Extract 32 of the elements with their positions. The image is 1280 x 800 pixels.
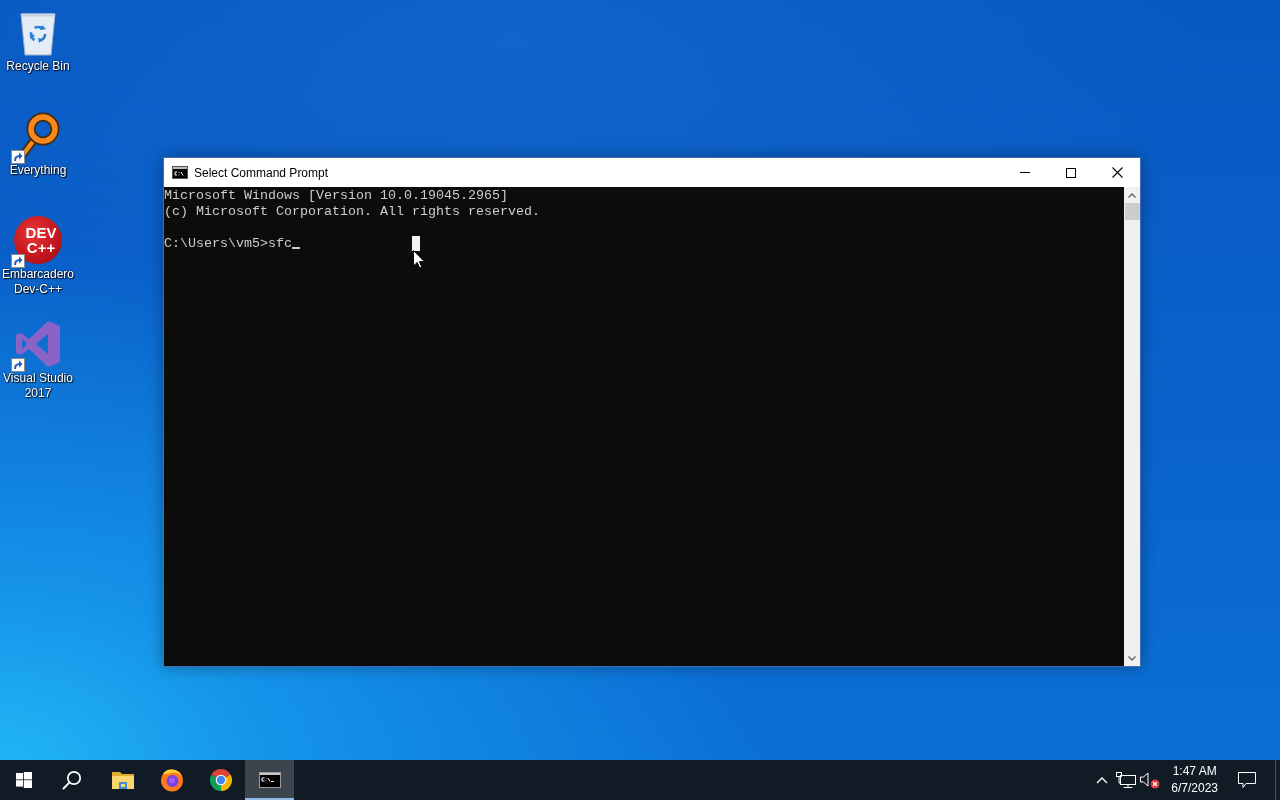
minimize-icon	[1020, 172, 1030, 173]
terminal-icon	[258, 772, 281, 788]
window-title: Select Command Prompt	[194, 165, 329, 180]
maximize-icon	[1066, 167, 1076, 178]
folder-icon	[110, 770, 135, 790]
desktop-icon-label[interactable]: Everything	[9, 163, 67, 178]
taskbar-button[interactable]	[245, 760, 294, 800]
clock-button[interactable]: 1:47 AM 6/7/2023	[1168, 760, 1221, 800]
browser-icon	[159, 768, 184, 792]
windows-logo-icon	[16, 772, 32, 788]
desktop-icon-label[interactable]: Visual Studio 2017	[0, 371, 76, 401]
mouse-pointer-icon	[413, 250, 425, 269]
search-icon	[62, 770, 82, 790]
desktop-icon-label[interactable]: Embarcadero Dev-C++	[0, 267, 76, 297]
network-icon[interactable]	[1115, 771, 1138, 789]
console-area[interactable]: Microsoft Windows [Version 10.0.19045.2965] (c) Microsoft Corporation. All rights reserved. C:\Users\vm5>sfc	[164, 187, 1124, 666]
speaker-icon[interactable]	[1139, 771, 1162, 789]
infinity-logo-icon[interactable]	[14, 320, 62, 368]
app-logo[interactable]: DEV C++	[14, 216, 62, 264]
close-icon	[1111, 167, 1123, 178]
command-line: C:\Users\vm5>sfc	[164, 236, 292, 252]
scrollbar-thumb[interactable]	[1125, 203, 1140, 220]
caret-down-icon	[1128, 655, 1136, 661]
desktop-icon-label[interactable]: Recycle Bin	[6, 59, 70, 74]
console-line: (c) Microsoft Corporation. All rights reserved.	[164, 204, 540, 220]
vertical-scrollbar[interactable]	[1124, 187, 1140, 666]
terminal-icon	[172, 166, 188, 179]
speech-bubble-icon	[1238, 771, 1256, 789]
console-line: Microsoft Windows [Version 10.0.19045.2965]	[164, 188, 508, 204]
browser-icon	[208, 768, 233, 792]
caret-up-icon	[1128, 192, 1136, 198]
chevron-up-icon[interactable]	[1096, 776, 1109, 784]
